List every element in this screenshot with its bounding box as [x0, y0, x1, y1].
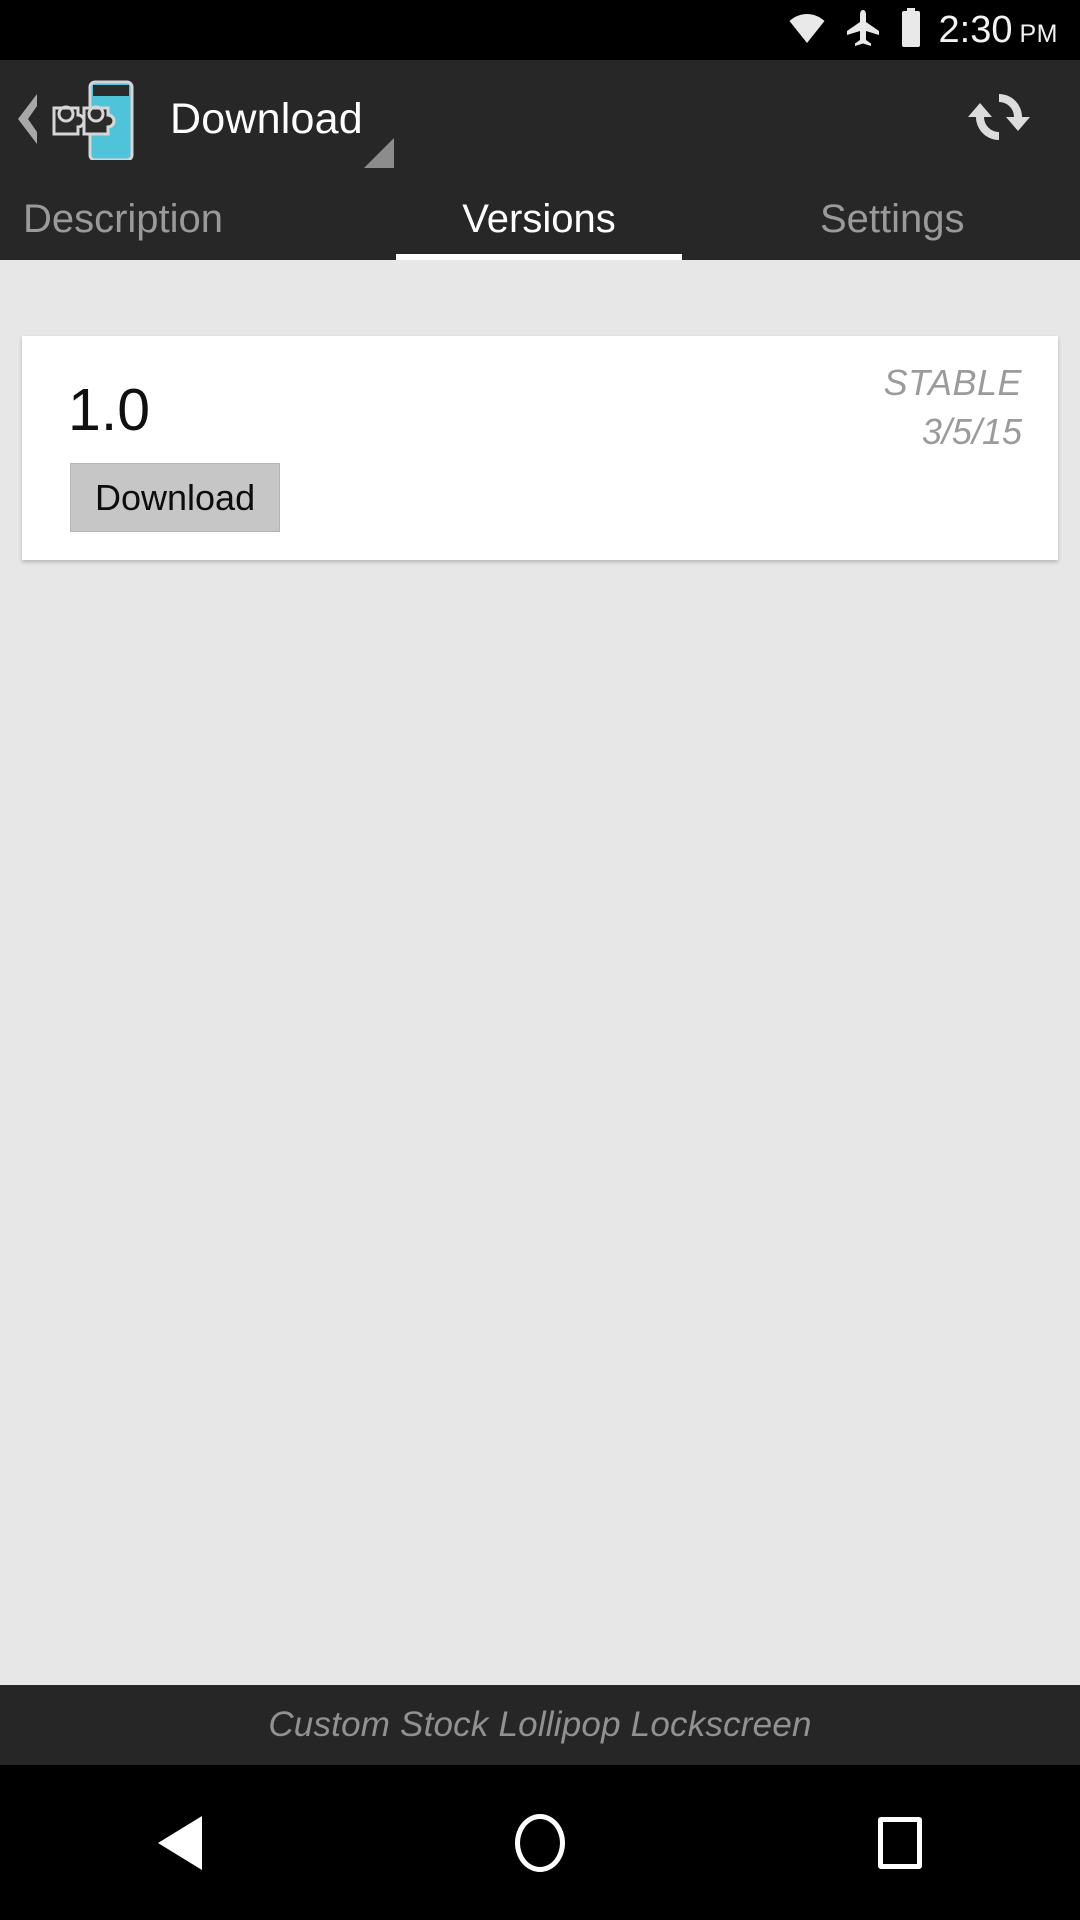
system-navigation-bar	[0, 1765, 1080, 1920]
battery-icon	[899, 7, 923, 53]
device-screen: 2:30 PM Download Description Versions Se…	[0, 0, 1080, 1920]
back-chevron-icon[interactable]	[12, 92, 42, 146]
tab-settings[interactable]: Settings	[820, 178, 1080, 260]
tab-bar: Description Versions Settings	[0, 178, 1080, 260]
page-title: Download	[170, 94, 363, 143]
airplane-mode-icon	[845, 9, 881, 52]
nav-back-triangle-icon	[158, 1815, 202, 1870]
version-date: 3/5/15	[921, 411, 1022, 453]
nav-home-button[interactable]	[360, 1765, 720, 1920]
tab-description-label: Description	[22, 196, 224, 241]
status-bar-clock: 2:30 PM	[923, 11, 1058, 49]
tab-versions-label: Versions	[462, 196, 616, 241]
status-bar-icons	[787, 7, 923, 53]
status-bar-time: 2:30	[938, 9, 1013, 51]
app-bar-up-affordance[interactable]	[0, 78, 138, 162]
version-branch-badge: STABLE	[883, 362, 1022, 403]
status-bar-ampm: PM	[1019, 20, 1058, 48]
dropdown-triangle-icon[interactable]	[364, 138, 394, 168]
module-name-text: Custom Stock Lollipop Lockscreen	[268, 1705, 812, 1744]
tab-description[interactable]: Description	[0, 178, 268, 260]
version-meta: STABLE 3/5/15	[884, 358, 1022, 457]
module-name-bar: Custom Stock Lollipop Lockscreen	[0, 1685, 1080, 1765]
app-bar: Download	[0, 60, 1080, 178]
version-number: 1.0	[68, 377, 151, 443]
tab-versions[interactable]: Versions	[396, 178, 682, 260]
download-button[interactable]: Download	[70, 463, 281, 532]
download-button-label: Download	[95, 476, 256, 518]
refresh-icon	[968, 86, 1030, 153]
status-bar: 2:30 PM	[0, 0, 1080, 60]
version-card[interactable]: 1.0 STABLE 3/5/15 Download	[22, 336, 1058, 560]
wifi-icon	[787, 12, 827, 49]
versions-list: 1.0 STABLE 3/5/15 Download	[0, 260, 1080, 1685]
nav-recents-square-icon	[878, 1816, 922, 1869]
nav-recents-button[interactable]	[720, 1765, 1080, 1920]
refresh-button[interactable]	[944, 60, 1054, 178]
nav-home-circle-icon	[515, 1813, 565, 1872]
tab-settings-label: Settings	[820, 196, 965, 241]
xposed-puzzle-icon[interactable]	[46, 78, 138, 162]
nav-back-button[interactable]	[0, 1765, 360, 1920]
